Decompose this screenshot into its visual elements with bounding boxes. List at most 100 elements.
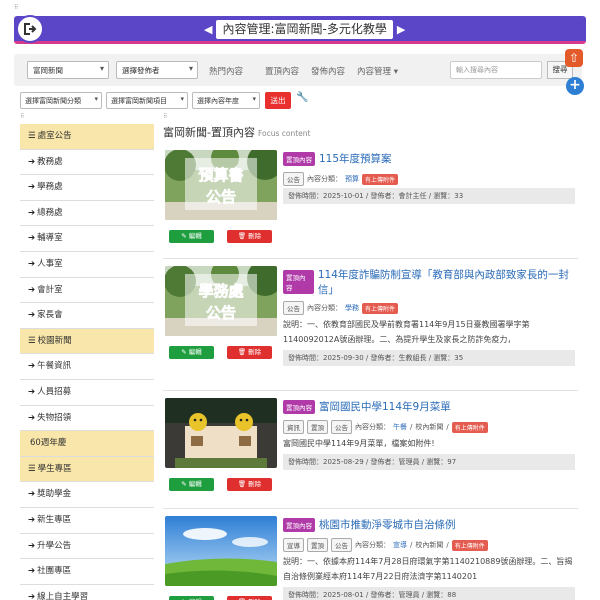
nav-pinned-content[interactable]: 置頂內容 (265, 65, 299, 77)
category-link[interactable]: 午餐 (393, 422, 407, 432)
sidebar-item[interactable]: ➔ 學務處 (20, 175, 154, 201)
edit-label: 編輯 (188, 480, 202, 488)
exit-button[interactable] (16, 15, 44, 43)
sidebar-item-label: 處室公告 (37, 131, 72, 141)
edit-button[interactable]: ✎ 編輯 (169, 596, 214, 600)
sidebar-item-label: 家長會 (37, 310, 63, 321)
category-select[interactable]: 富岡新聞 (27, 61, 109, 79)
sidebar-item[interactable]: ➔ 午餐資訊 (20, 354, 154, 380)
add-content-button[interactable]: + (566, 77, 584, 95)
scroll-top-button[interactable]: ⇧ (565, 49, 583, 67)
sidebar-item[interactable]: ➔ 獎助學金 (20, 482, 154, 508)
pencil-icon: ✎ (181, 348, 189, 356)
filter-year-select[interactable]: 選擇內容年度 (192, 92, 260, 109)
sidebar-item[interactable]: ➔ 失物招領 (20, 405, 154, 432)
sidebar-item-label: 教務處 (37, 156, 63, 167)
post-meta: 公告 內容分類： 學務 有上傳附件 (283, 301, 399, 315)
post-tag[interactable]: 置頂 (307, 538, 328, 552)
sidebar-item[interactable]: ➔ 線上自主學習 (20, 584, 154, 600)
post-tag[interactable]: 資訊 (283, 420, 304, 434)
attachment-badge: 有上傳附件 (451, 539, 488, 551)
sidebar-item-label: 午餐資訊 (37, 361, 72, 372)
filter-category-select[interactable]: 選擇富岡新聞分類 (20, 92, 102, 109)
post-thumbnail[interactable]: 預算書 公告 (165, 150, 277, 220)
delete-button[interactable]: 🗑 刪除 (227, 596, 272, 600)
sidebar-item[interactable]: ➔ 輔導室 (20, 226, 154, 252)
category-link[interactable]: 宣導 (393, 540, 407, 550)
pencil-icon: ✎ (181, 232, 189, 240)
prev-arrow-icon[interactable]: ◀ (204, 23, 212, 36)
delete-button[interactable]: 🗑 刪除 (227, 478, 272, 491)
wrench-icon[interactable]: 🔧 (296, 92, 308, 103)
main-title: 富岡新聞-置頂內容 (163, 126, 255, 139)
post-title[interactable]: 114年度詐騙防制宣導「教育部與內政部致家長的一封信」 (318, 267, 578, 297)
sidebar-item-label: 獎助學金 (37, 489, 72, 500)
post-title[interactable]: 115年度預算案 (319, 151, 392, 166)
sidebar-item[interactable]: ➔ 人事室 (20, 251, 154, 278)
post-meta: 宣導 置頂 公告 內容分類： 宣導 / 校內新聞 / 有上傳附件 (283, 538, 488, 552)
post-header: 置頂內容 桃園市推動淨零城市自治條例 (283, 517, 456, 532)
post-title[interactable]: 富岡國民中學114年9月菜單 (319, 399, 451, 414)
sidebar-item[interactable]: ➔ 會計室 (20, 277, 154, 304)
post-title[interactable]: 桃園市推動淨零城市自治條例 (319, 517, 456, 532)
post-tag[interactable]: 公告 (331, 420, 352, 434)
arrow-right-icon: ➔ (28, 233, 36, 244)
search-input[interactable]: 輸入搜尋內容 (450, 61, 542, 79)
trash-icon: 🗑 (237, 348, 249, 356)
arrow-right-icon: ➔ (28, 514, 36, 525)
sidebar-item[interactable]: ☰ 校園新聞 (20, 328, 154, 355)
sidebar: ☰ 處室公告 ➔ 教務處 ➔ 學務處 ➔ 總務處 ➔ 輔導室 ➔ 人事室 ➔ 會計室 ➔ 家長會 ☰ 校園新聞 ➔ 午… (20, 124, 154, 600)
sidebar-item[interactable]: ➔ 總務處 (20, 200, 154, 227)
category-link[interactable]: 學務 (345, 303, 359, 313)
sidebar-item[interactable]: ➔ 人員招募 (20, 379, 154, 406)
sidebar-item[interactable]: ➔ 社團專區 (20, 559, 154, 585)
sidebar-item[interactable]: ➔ 家長會 (20, 303, 154, 329)
sidebar-item-label: 校園新聞 (37, 335, 72, 346)
post-tag[interactable]: 公告 (283, 172, 304, 186)
post-thumbnail[interactable]: 學務處 公告 (165, 266, 277, 336)
edit-button[interactable]: ✎ 編輯 (169, 230, 214, 243)
delete-button[interactable]: 🗑 刪除 (227, 346, 272, 359)
sidebar-item[interactable]: ➔ 教務處 (20, 149, 154, 176)
category-label: 內容分類： (355, 541, 390, 549)
nav-hot-content[interactable]: 熱門內容 (209, 65, 243, 77)
page-title: 內容管理:富岡新聞-多元化教學 (216, 20, 393, 39)
post-tag[interactable]: 置頂 (307, 420, 328, 434)
post-info: 發佈時間：2025-09-30 / 發佈者：生教組長 / 瀏覽：35 (283, 350, 575, 366)
sidebar-item[interactable]: ☰ 學生專區 (20, 456, 154, 483)
exit-icon (24, 23, 37, 35)
post-divider (163, 258, 578, 259)
send-button[interactable]: 送出 (265, 92, 291, 109)
post-thumbnail[interactable] (165, 516, 277, 586)
delete-label: 刪除 (248, 348, 262, 356)
sidebar-item[interactable]: ➔ 升學公告 (20, 533, 154, 560)
publisher-select[interactable]: 選擇發佈者 (116, 61, 198, 79)
delete-label: 刪除 (248, 232, 262, 240)
sidebar-item[interactable]: ☰ 處室公告 (20, 124, 154, 150)
sidebar-item[interactable]: 60週年慶 (20, 431, 154, 457)
nav-content-management[interactable]: 內容管理 ▾ (357, 65, 398, 77)
delete-button[interactable]: 🗑 刪除 (227, 230, 272, 243)
post-header: 置頂內容 115年度預算案 (283, 151, 392, 166)
next-arrow-icon[interactable]: ▶ (397, 23, 405, 36)
arrow-right-icon: ➔ (28, 412, 36, 423)
post-tag[interactable]: 公告 (331, 538, 352, 552)
pencil-icon: ✎ (181, 480, 189, 488)
post-description: 說明：一、依教育部國民及學前教育署114年9月15日臺教國署學字第1140092… (283, 320, 530, 344)
edit-button[interactable]: ✎ 編輯 (169, 346, 214, 359)
arrow-right-icon: ➔ (28, 386, 36, 397)
post-info: 發佈時間：2025-08-29 / 發佈者：管理員 / 瀏覽：97 (283, 454, 575, 470)
sidebar-item-label: 人員招募 (37, 386, 72, 397)
nav-published-content[interactable]: 發佈內容 (311, 65, 345, 77)
post-tag[interactable]: 宣導 (283, 538, 304, 552)
post-thumbnail[interactable] (165, 398, 277, 468)
drag-handle-dots: ⠿ (163, 113, 169, 120)
arrow-right-icon: ➔ (28, 156, 36, 167)
edit-label: 編輯 (188, 348, 202, 356)
edit-button[interactable]: ✎ 編輯 (169, 478, 214, 491)
post-tag[interactable]: 公告 (283, 301, 304, 315)
filter-item-select[interactable]: 選擇富岡新聞項目 (106, 92, 188, 109)
sidebar-item[interactable]: ➔ 新生專區 (20, 507, 154, 534)
category-link[interactable]: 預算 (345, 174, 359, 184)
list-icon: ☰ (28, 463, 36, 474)
